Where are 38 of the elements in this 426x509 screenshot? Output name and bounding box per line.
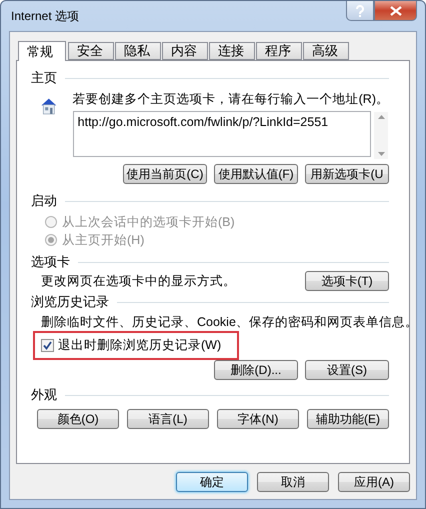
section-heading: 浏览历史记录 (31, 293, 109, 311)
instruction-text: 若要创建多个主页选项卡，请在每行输入一个地址(R)。 (72, 91, 389, 108)
dialog-button[interactable]: 取消 (257, 472, 329, 492)
radio-label: 从上次会话中的选项卡开始(B) (62, 214, 235, 230)
history-button[interactable]: 设置(S) (305, 360, 389, 380)
help-icon[interactable] (346, 1, 374, 21)
tab[interactable]: 常规 (18, 41, 66, 61)
section-heading: 启动 (31, 192, 57, 210)
homepage-button[interactable]: 使用当前页(C) (123, 164, 207, 184)
history-description: 删除临时文件、历史记录、Cookie、保存的密码和网页表单信息。 (41, 315, 418, 329)
section-heading: 外观 (31, 386, 57, 404)
dialog-button[interactable]: 确定 (176, 472, 248, 492)
homepage-button[interactable]: 使用默认值(F) (214, 164, 298, 184)
close-icon[interactable] (374, 1, 417, 21)
appearance-button[interactable]: 字体(N) (217, 409, 299, 429)
tab[interactable]: 程序 (256, 42, 302, 60)
dialog-button[interactable]: 应用(A) (338, 472, 410, 492)
homepage-button[interactable]: 用新选项卡(U (305, 164, 389, 184)
tab[interactable]: 高级 (303, 42, 349, 60)
checkbox[interactable] (41, 339, 54, 352)
section-heading: 主页 (31, 69, 57, 87)
appearance-button[interactable]: 颜色(O) (37, 409, 119, 429)
tabs-description: 更改网页在选项卡中的显示方式。 (41, 272, 236, 290)
url-field[interactable]: http://go.microsoft.com/fwlink/p/?LinkId=2551 (72, 111, 371, 157)
scroll-up-icon[interactable] (378, 115, 384, 119)
tab[interactable]: 安全 (68, 42, 114, 60)
tab[interactable]: 连接 (209, 42, 255, 60)
history-button[interactable]: 删除(D)... (214, 360, 298, 380)
tab[interactable]: 内容 (162, 42, 208, 60)
appearance-button[interactable]: 辅助功能(E) (307, 409, 389, 429)
tabs-button[interactable]: 选项卡(T) (305, 271, 389, 291)
appearance-button[interactable]: 语言(L) (127, 409, 209, 429)
tab[interactable]: 隐私 (115, 42, 161, 60)
checkbox-label: 退出时删除浏览历史记录(W) (58, 337, 222, 354)
radio-label: 从主页开始(H) (62, 232, 144, 248)
section-heading: 选项卡 (31, 253, 70, 271)
window-title: Internet 选项 (10, 8, 80, 24)
scroll-down-icon[interactable] (378, 152, 384, 156)
